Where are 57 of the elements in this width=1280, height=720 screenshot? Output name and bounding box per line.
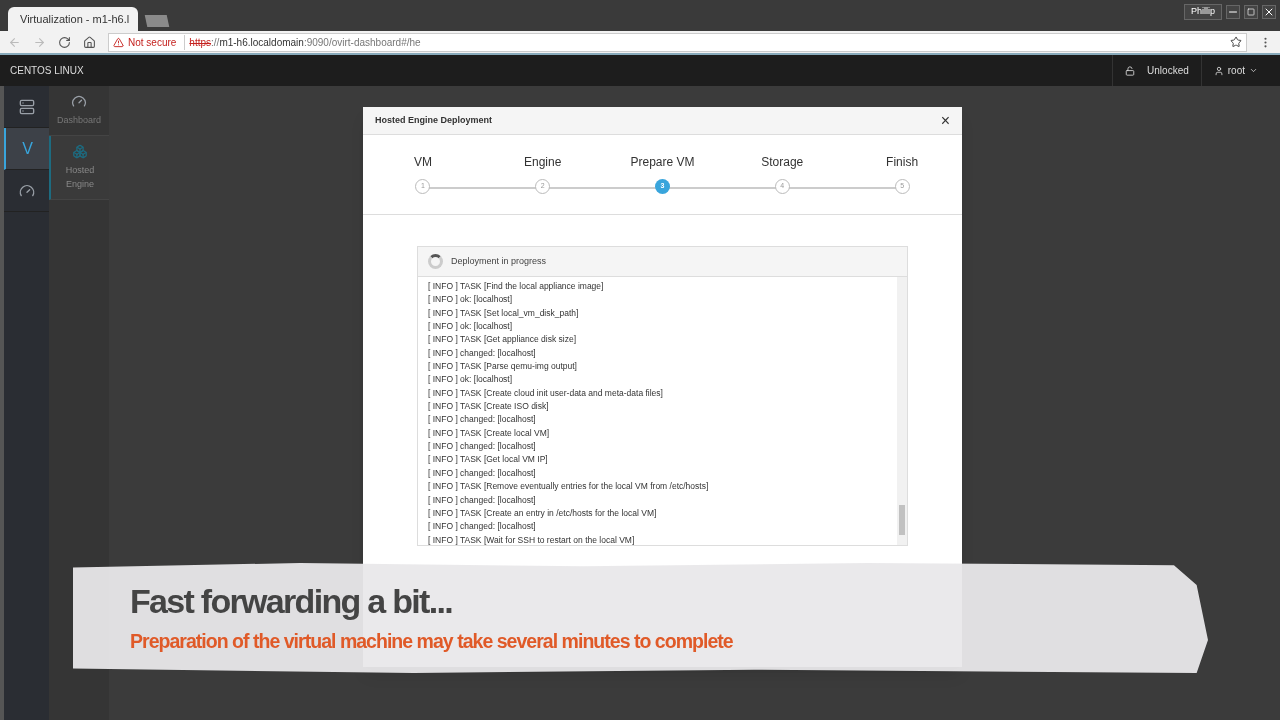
cubes-icon [72, 144, 88, 159]
banner-heading: Fast forwarding a bit... [130, 581, 452, 623]
close-icon[interactable] [1262, 4, 1276, 19]
close-button[interactable]: × [940, 112, 950, 129]
log-line: [ INFO ] TASK [Get local VM IP] [428, 453, 549, 467]
step-label: Storage [761, 154, 804, 171]
profile-badge[interactable]: Phillip [1184, 4, 1222, 20]
scrollbar[interactable] [897, 277, 907, 545]
log-line: [ INFO ] changed: [localhost] [428, 413, 537, 427]
log-line: [ INFO ] TASK [Create cloud init user-data and meta-data files] [428, 386, 664, 400]
spinner-icon [428, 254, 443, 269]
log-line: [ INFO ] changed: [localhost] [428, 466, 537, 480]
reload-icon[interactable] [58, 35, 71, 49]
brand-label: CENTOS LINUX [10, 64, 84, 78]
log-line: [ INFO ] TASK [Create local VM] [428, 426, 551, 440]
gauge-icon [71, 94, 87, 109]
log-line: [ INFO ] TASK [Parse qemu-img output] [428, 360, 578, 374]
unlocked-icon [1125, 65, 1136, 76]
warning-icon [113, 36, 124, 48]
security-label: Not secure [128, 34, 186, 50]
step-label: Finish [886, 154, 919, 171]
log-line: [ INFO ] TASK [Set local_vm_disk_path] [428, 306, 580, 320]
minimize-icon[interactable] [1226, 4, 1240, 19]
gauge-icon [18, 182, 35, 199]
log-line: [ INFO ] changed: [localhost] [428, 493, 537, 507]
log-line: [ INFO ] TASK [Get appliance disk size] [428, 333, 578, 347]
maximize-icon[interactable] [1244, 4, 1258, 19]
modal-title: Hosted Engine Deployment [375, 113, 492, 127]
log-line: [ INFO ] ok: [localhost] [428, 373, 514, 387]
log-line: [ INFO ] TASK [Find the local appliance image] [428, 280, 605, 293]
log-line: [ INFO ] TASK [Create an entry in /etc/hosts for the local VM] [428, 506, 658, 520]
new-tab-button[interactable] [144, 15, 170, 27]
bookmark-icon[interactable] [1230, 36, 1242, 48]
address-field[interactable]: Not secure https://m1-h6.localdomain:9090/ovirt-dashboard#/he [108, 32, 1247, 52]
url-text: https://m1-h6.localdomain:9090/ovirt-dashboard#/he [189, 35, 421, 50]
server-icon [18, 98, 35, 115]
log-line: [ INFO ] changed: [localhost] [428, 346, 537, 360]
log-line: [ INFO ] ok: [localhost] [428, 293, 514, 307]
browser-tab[interactable]: Virtualization - m1-h6.l [8, 7, 138, 31]
log-line: [ INFO ] TASK [Remove eventually entries for the local VM from /etc/hosts] [428, 480, 710, 494]
nav-item[interactable]: Hosted Engine [49, 136, 109, 200]
status-text: Deployment in progress [451, 254, 547, 268]
user-icon [1213, 65, 1224, 76]
chevron-icon [1249, 66, 1258, 75]
rail-item[interactable]: V [4, 128, 49, 170]
log-line: [ INFO ] ok: [localhost] [428, 320, 514, 334]
log-line: [ INFO ] changed: [localhost] [428, 440, 537, 454]
home-icon[interactable] [83, 35, 96, 49]
log-line: [ INFO ] changed: [localhost] [428, 520, 537, 534]
step-label: VM [413, 154, 432, 171]
banner-subheading: Preparation of the virtual machine may take several minutes to complete [130, 628, 733, 654]
rail-letter: V [22, 138, 33, 159]
step-label: Engine [524, 154, 562, 171]
tab-title: Virtualization - m1-h6.l [20, 11, 130, 27]
log-line: [ INFO ] TASK [Create ISO disk] [428, 400, 550, 414]
log-line: [ INFO ] TASK [Wait for SSH to restart on the local VM] [428, 533, 636, 545]
step-label: Prepare VM [630, 154, 695, 171]
